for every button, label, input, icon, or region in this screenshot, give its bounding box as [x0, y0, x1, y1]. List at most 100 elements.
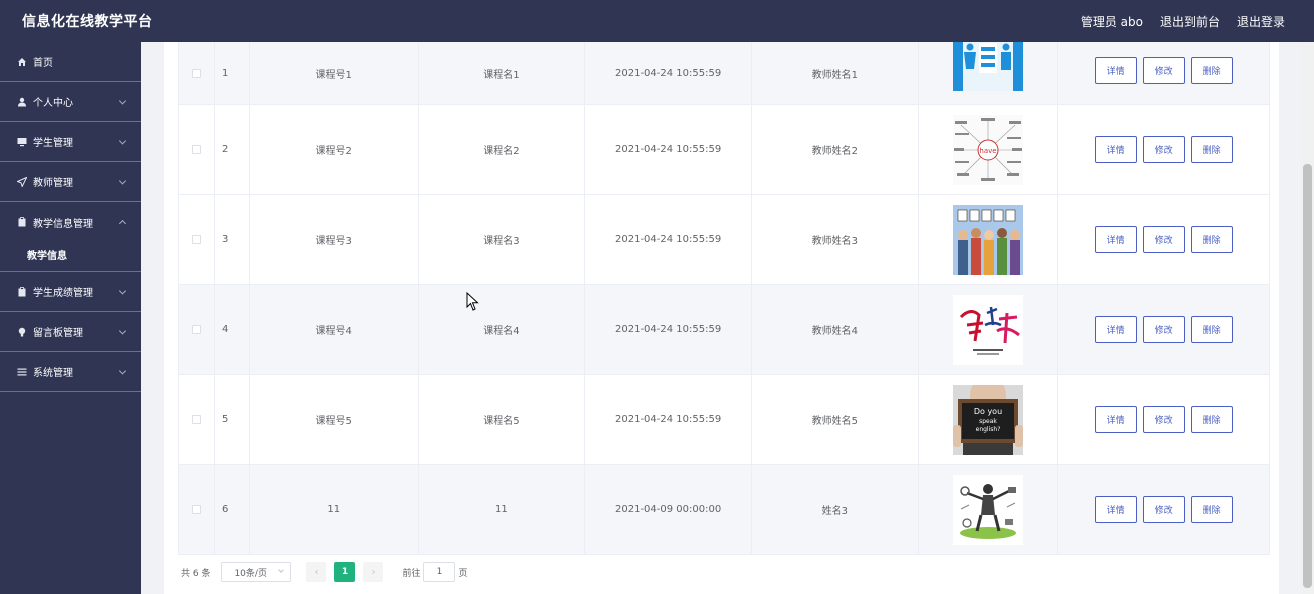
edit-button[interactable]: 修改	[1142, 496, 1185, 523]
course-table: 1 课程号1 课程名1 2021-04-24 10:55:59 教师姓名1 详情…	[178, 41, 1270, 555]
svg-text:Do you: Do you	[974, 407, 1002, 416]
delete-button[interactable]: 删除	[1190, 56, 1233, 84]
row-index: 3	[215, 195, 250, 284]
table-row: 3 课程号3 课程名3 2021-04-24 10:55:59 教师姓名3 详情…	[179, 195, 1269, 285]
sidebar: 首页 个人中心 学生管理 教师管理 教学信息管理 教学信息 学生成绩管理 留言板…	[0, 42, 141, 594]
page-number-current[interactable]: 1	[334, 562, 356, 582]
table-row: 6 11 11 2021-04-09 00:00:00 姓名3 详情 修改 删除	[179, 465, 1269, 555]
edit-button[interactable]: 修改	[1142, 226, 1185, 253]
row-checkbox[interactable]	[191, 415, 201, 424]
row-index: 2	[215, 105, 250, 194]
course-image[interactable]	[953, 204, 1023, 275]
course-image[interactable]	[953, 294, 1023, 365]
delete-button[interactable]: 删除	[1190, 316, 1233, 343]
sidebar-item-label: 教师管理	[33, 178, 73, 189]
main-content: 1 课程号1 课程名1 2021-04-24 10:55:59 教师姓名1 详情…	[141, 41, 1301, 594]
table-row: 4 课程号4 课程名4 2021-04-24 10:55:59 教师姓名4 详情…	[179, 285, 1269, 375]
content-card: 1 课程号1 课程名1 2021-04-24 10:55:59 教师姓名1 详情…	[164, 41, 1279, 594]
scrollbar[interactable]	[1301, 42, 1314, 594]
row-checkbox[interactable]	[191, 505, 201, 514]
sidebar-item-teaching-info-management[interactable]: 教学信息管理	[0, 202, 141, 242]
sidebar-item-label: 系统管理	[33, 368, 73, 379]
send-icon	[17, 176, 27, 187]
sidebar-item-teacher-management[interactable]: 教师管理	[0, 162, 141, 202]
sidebar-item-label: 教学信息管理	[33, 218, 93, 230]
row-checkbox[interactable]	[191, 325, 201, 334]
home-icon	[17, 57, 27, 67]
delete-button[interactable]: 删除	[1190, 496, 1233, 523]
detail-button[interactable]: 详情	[1094, 226, 1137, 253]
sidebar-item-label: 学生成绩管理	[33, 288, 93, 299]
svg-text:english?: english?	[976, 426, 1001, 433]
course-code: 课程号3	[250, 195, 419, 284]
sidebar-item-personal-center[interactable]: 个人中心	[0, 82, 141, 122]
sidebar-subitem-teaching-info[interactable]: 教学信息	[0, 238, 141, 272]
bulb-icon	[17, 327, 27, 337]
goto-label: 前往	[402, 568, 421, 579]
page-size-select[interactable]: 10条/页	[221, 562, 292, 582]
sidebar-item-message-board[interactable]: 留言板管理	[0, 312, 141, 352]
prev-page-button[interactable]: ‹	[306, 562, 327, 582]
sidebar-item-label: 首页	[33, 58, 53, 69]
monitor-icon	[17, 137, 27, 147]
course-code: 11	[250, 465, 419, 554]
chevron-down-icon	[118, 176, 127, 185]
course-image[interactable]	[953, 474, 1023, 545]
created-time: 2021-04-24 10:55:59	[585, 285, 752, 374]
svg-text:speak: speak	[979, 418, 997, 425]
row-checkbox[interactable]	[191, 68, 201, 78]
row-checkbox[interactable]	[191, 235, 201, 244]
detail-button[interactable]: 详情	[1094, 136, 1137, 163]
clipboard-icon	[17, 286, 27, 297]
table-row: 2 课程号2 课程名2 2021-04-24 10:55:59 教师姓名2 ha…	[179, 105, 1269, 195]
delete-button[interactable]: 删除	[1190, 226, 1233, 253]
edit-button[interactable]: 修改	[1142, 406, 1185, 433]
teacher-name: 教师姓名2	[752, 105, 919, 194]
row-checkbox[interactable]	[191, 145, 201, 154]
course-image[interactable]: have	[953, 114, 1023, 185]
created-time: 2021-04-24 10:55:59	[585, 195, 752, 284]
logout-link[interactable]: 退出登录	[1237, 13, 1285, 30]
goto-page-input[interactable]: 1	[423, 562, 456, 582]
chevron-down-icon	[118, 136, 127, 145]
detail-button[interactable]: 详情	[1094, 496, 1137, 523]
sidebar-item-home[interactable]: 首页	[0, 42, 141, 82]
created-time: 2021-04-24 10:55:59	[585, 375, 752, 464]
course-image[interactable]	[953, 41, 1023, 91]
next-page-button[interactable]: ›	[363, 562, 384, 582]
chevron-down-icon	[118, 366, 127, 375]
table-row: 1 课程号1 课程名1 2021-04-24 10:55:59 教师姓名1 详情…	[179, 41, 1269, 105]
sidebar-item-label: 个人中心	[33, 98, 73, 109]
row-index: 5	[215, 375, 250, 464]
sidebar-item-label: 留言板管理	[33, 328, 83, 339]
detail-button[interactable]: 详情	[1094, 406, 1137, 433]
edit-button[interactable]: 修改	[1142, 56, 1185, 84]
edit-button[interactable]: 修改	[1142, 316, 1185, 343]
course-image[interactable]: Do you speak english?	[953, 384, 1023, 455]
row-index: 4	[215, 285, 250, 374]
to-front-link[interactable]: 退出到前台	[1160, 13, 1220, 30]
edit-button[interactable]: 修改	[1142, 136, 1185, 163]
pagination: 共 6 条 10条/页 ‹ 1 › 前往 1 页	[181, 562, 467, 582]
delete-button[interactable]: 删除	[1190, 136, 1233, 163]
sidebar-item-system-management[interactable]: 系统管理	[0, 352, 141, 392]
teacher-name: 姓名3	[752, 465, 919, 554]
sidebar-item-score-management[interactable]: 学生成绩管理	[0, 272, 141, 312]
clipboard-icon	[17, 217, 27, 227]
top-bar: 信息化在线教学平台 管理员 abo 退出到前台 退出登录	[0, 0, 1314, 42]
scrollbar-thumb[interactable]	[1303, 164, 1312, 588]
detail-button[interactable]: 详情	[1094, 316, 1137, 343]
chevron-down-icon	[278, 567, 285, 573]
chevron-down-icon	[118, 286, 127, 295]
delete-button[interactable]: 删除	[1190, 406, 1233, 433]
created-time: 2021-04-24 10:55:59	[585, 42, 752, 104]
page-size-value: 10条/页	[234, 568, 267, 579]
app-title: 信息化在线教学平台	[22, 14, 153, 30]
detail-button[interactable]: 详情	[1094, 56, 1137, 84]
course-code: 课程号5	[250, 375, 419, 464]
chevron-down-icon	[118, 96, 127, 105]
course-code: 课程号2	[250, 105, 419, 194]
teacher-name: 教师姓名3	[752, 195, 919, 284]
sidebar-item-student-management[interactable]: 学生管理	[0, 122, 141, 162]
total-count: 共 6 条	[181, 568, 211, 579]
